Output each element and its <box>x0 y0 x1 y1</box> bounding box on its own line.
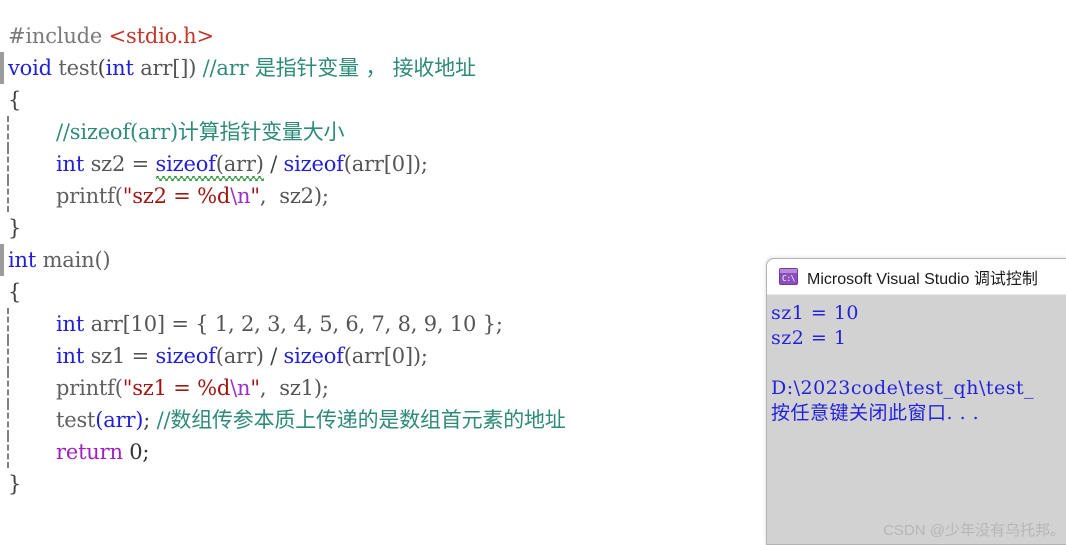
token-var-sz2: sz2 = <box>84 152 156 176</box>
console-terminal-icon: C:\ <box>779 268 798 285</box>
token-type-int: int <box>56 344 85 368</box>
token-args: , sz2); <box>259 184 329 208</box>
token-semicolon: ; <box>143 408 157 432</box>
token-string: "sz2 = %d <box>122 184 231 208</box>
token-brace-close: } <box>8 472 22 496</box>
console-output-prompt-line: 按任意键关闭此窗口. . . <box>771 402 980 424</box>
token-brace-open: { <box>8 88 22 112</box>
console-output-path-line: D:\2023code\test_qh\test_ <box>771 377 1035 399</box>
debug-console-window[interactable]: C:\ Microsoft Visual Studio 调试控制 sz1 = 1… <box>766 258 1066 545</box>
token-escape-newline: \n <box>230 376 251 400</box>
token-func-printf: printf( <box>56 184 123 208</box>
code-line-2[interactable]: void test(int arr[]) //arr 是指针变量 ， 接收地址 <box>0 52 1066 84</box>
token-sizeof-arg-warning: (arr) <box>215 152 264 181</box>
token-var-sz1: sz1 = <box>84 344 156 368</box>
token-string: "sz1 = %d <box>122 376 231 400</box>
token-func-printf: printf( <box>56 376 123 400</box>
token-keyword-void: void <box>8 56 52 80</box>
token-type-int: int <box>105 56 134 80</box>
token-number-zero: 0; <box>122 440 150 464</box>
token-type-int: int <box>56 312 85 336</box>
token-call-arg: (arr) <box>95 408 144 432</box>
token-comment: //arr 是指针变量 ， 接收地址 <box>196 56 476 80</box>
token-sizeof-arg: (arr) <box>215 344 264 368</box>
token-comment: //数组传参本质上传递的是数组首元素的地址 <box>156 408 566 432</box>
token-array-init: arr[10] = { 1, 2, 3, 4, 5, 6, 7, 8, 9, 1… <box>84 312 503 336</box>
token-brace-open: { <box>8 280 22 304</box>
token-args: , sz1); <box>259 376 329 400</box>
token-type-int: int <box>56 152 85 176</box>
token-paren: ( <box>97 56 106 80</box>
code-line-4[interactable]: //sizeof(arr)计算指针变量大小 <box>0 116 1066 148</box>
token-header-path: <stdio.h> <box>108 24 214 48</box>
token-preprocessor: #include <box>8 24 103 48</box>
token-func-test: test <box>51 56 98 80</box>
token-sizeof-arg: (arr[0]); <box>343 152 428 176</box>
console-output-line: sz2 = 1 <box>771 327 847 349</box>
csdn-watermark: CSDN @少年没有乌托邦。 <box>883 522 1065 539</box>
console-output-blank-line <box>771 351 1066 376</box>
code-line-3[interactable]: { <box>0 84 1066 116</box>
token-sizeof: sizeof <box>283 344 344 368</box>
console-output-area[interactable]: sz1 = 10 sz2 = 1 D:\2023code\test_qh\tes… <box>767 295 1066 544</box>
token-string-end: " <box>250 184 260 208</box>
token-comment: //sizeof(arr)计算指针变量大小 <box>56 120 345 144</box>
code-line-5[interactable]: int sz2 = sizeof(arr) / sizeof(arr[0]); <box>0 148 1066 180</box>
token-escape-newline: \n <box>230 184 251 208</box>
code-line-1[interactable]: #include <stdio.h> <box>0 20 1066 52</box>
console-icon-glyph: C:\ <box>782 274 795 283</box>
token-type-int: int <box>8 248 37 272</box>
token-sizeof: sizeof <box>283 152 344 176</box>
token-brace-close: } <box>8 216 22 240</box>
console-output-line: sz1 = 10 <box>771 302 860 324</box>
token-keyword-return: return <box>56 440 123 464</box>
token-operator-div: / <box>263 152 284 176</box>
console-title-label: Microsoft Visual Studio 调试控制 <box>807 270 1038 288</box>
token-func-test-call: test <box>56 408 96 432</box>
token-string-end: " <box>250 376 260 400</box>
token-sizeof-warning: sizeof <box>155 152 216 181</box>
console-title-bar[interactable]: C:\ Microsoft Visual Studio 调试控制 <box>767 259 1066 295</box>
token-operator-div: / <box>263 344 284 368</box>
token-param-arr: arr[]) <box>133 56 197 80</box>
code-line-6[interactable]: printf("sz2 = %d\n", sz2); <box>0 180 1066 212</box>
token-sizeof-arg: (arr[0]); <box>343 344 428 368</box>
token-func-main: main() <box>36 248 111 272</box>
token-sizeof: sizeof <box>155 344 216 368</box>
code-line-7[interactable]: } <box>0 212 1066 244</box>
